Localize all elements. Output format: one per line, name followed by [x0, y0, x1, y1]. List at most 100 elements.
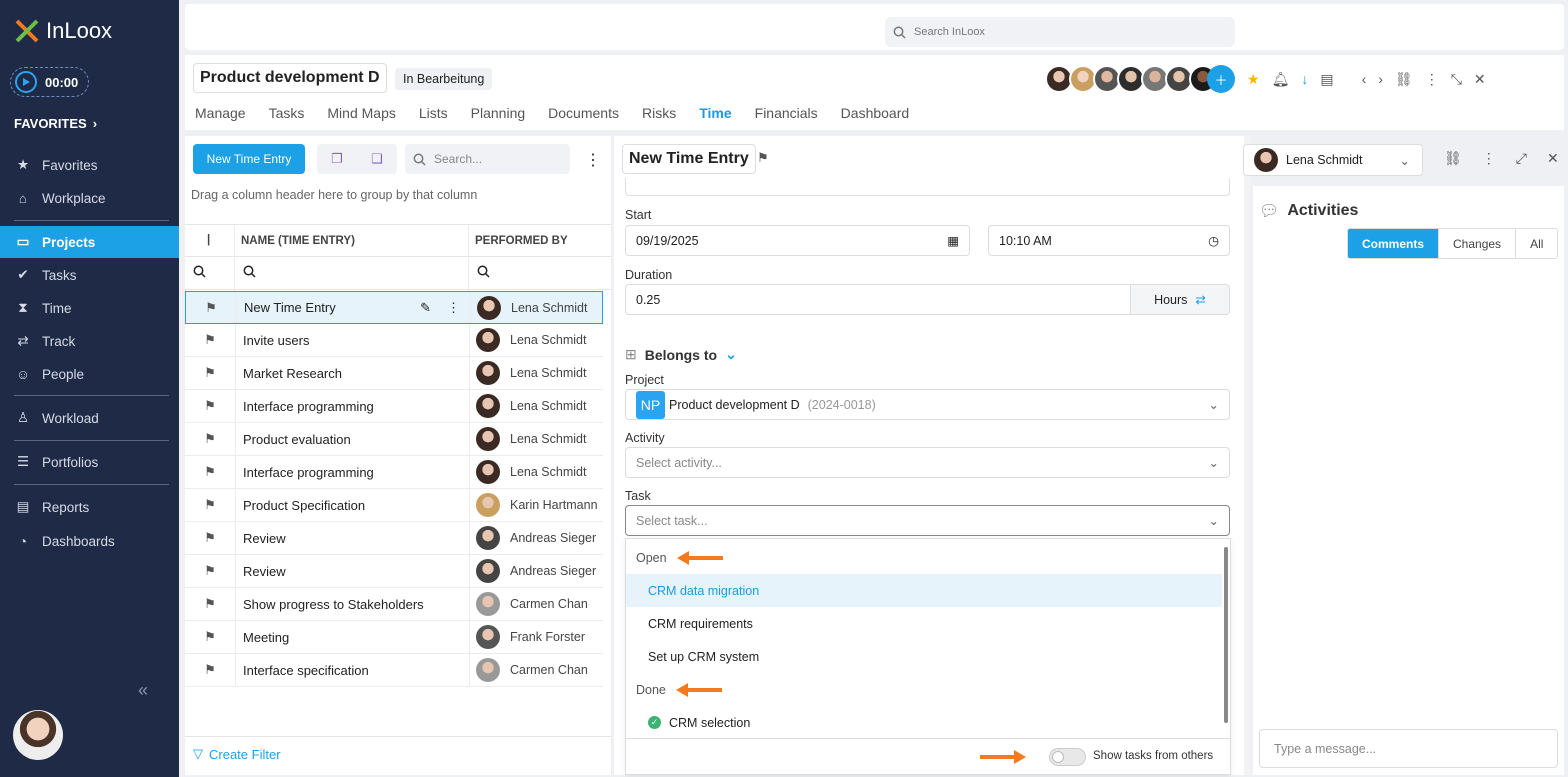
flag-column-header[interactable]: |: [207, 234, 210, 246]
sidebar-item-dashboards[interactable]: ◔ Dashboards: [0, 525, 179, 557]
belongs-to-section[interactable]: ⊞ Belongs to ⌄: [625, 346, 737, 363]
table-row[interactable]: ⚑ Product Specification Karin Hartmann: [185, 489, 603, 522]
entry-title[interactable]: New Time Entry: [622, 144, 756, 174]
more-icon[interactable]: ⋮: [447, 300, 460, 316]
team-avatars[interactable]: [1045, 65, 1217, 93]
sidebar-item-reports[interactable]: ▤ Reports: [0, 491, 179, 523]
chevron-right-icon[interactable]: ›: [1378, 71, 1383, 87]
flag-icon[interactable]: ⚑: [185, 629, 235, 645]
duplicate-icon[interactable]: ❏: [371, 151, 383, 167]
status-badge[interactable]: In Bearbeitung: [395, 68, 493, 90]
search-icon[interactable]: [477, 265, 490, 281]
tab-comments[interactable]: Comments: [1348, 229, 1439, 258]
flag-icon[interactable]: ⚑: [185, 497, 235, 513]
show-others-toggle[interactable]: [1049, 748, 1086, 766]
table-row[interactable]: ⚑ Interface specification Carmen Chan: [185, 654, 603, 687]
expand-icon[interactable]: ⤢: [1516, 150, 1527, 167]
pencil-icon[interactable]: ✎: [420, 300, 431, 316]
sidebar-item-projects[interactable]: ▭ Projects: [0, 226, 179, 258]
chevron-left-icon[interactable]: ‹: [1362, 71, 1367, 87]
sidebar-item-tasks[interactable]: ✔ Tasks: [0, 259, 179, 291]
close-icon[interactable]: ✕: [1547, 150, 1559, 167]
task-option[interactable]: CRM requirements: [626, 607, 1222, 640]
search-icon[interactable]: [243, 265, 256, 281]
flag-icon[interactable]: ⚑: [185, 365, 235, 381]
flag-icon[interactable]: ⚑: [185, 464, 235, 480]
sidebar-item-time[interactable]: ⧗ Time: [0, 292, 179, 324]
more-icon[interactable]: ⋮: [585, 150, 601, 170]
previous-field[interactable]: [625, 178, 1230, 196]
task-option[interactable]: Set up CRM system: [626, 640, 1222, 673]
sidebar-item-portfolios[interactable]: ☰ Portfolios: [0, 446, 179, 478]
sidebar-item-workplace[interactable]: ⌂ Workplace: [0, 182, 179, 214]
link-icon[interactable]: ⛓: [1395, 71, 1413, 88]
table-row[interactable]: ⚑ Invite users Lena Schmidt: [185, 324, 603, 357]
activity-select[interactable]: Select activity... ⌄: [625, 447, 1230, 478]
message-input[interactable]: Type a message...: [1259, 729, 1558, 768]
flag-icon[interactable]: ⚑: [186, 300, 236, 316]
user-select[interactable]: Lena Schmidt ⌄: [1243, 144, 1423, 176]
sidebar-item-favorites[interactable]: ★ Favorites: [0, 149, 179, 181]
tab-planning[interactable]: Planning: [471, 105, 526, 121]
new-time-entry-button[interactable]: New Time Entry: [193, 144, 305, 174]
dropdown-scrollbar[interactable]: [1224, 547, 1228, 723]
document-icon[interactable]: ▤: [1320, 71, 1333, 88]
task-option-done[interactable]: ✓ CRM selection: [626, 706, 1222, 739]
project-title[interactable]: Product development D: [193, 63, 387, 93]
flag-icon[interactable]: ⚑: [185, 398, 235, 414]
more-icon[interactable]: ⋮: [1482, 150, 1496, 167]
unit-toggle-button[interactable]: Hours ⇄: [1130, 284, 1230, 315]
table-row[interactable]: ⚑ Show progress to Stakeholders Carmen Cha…: [185, 588, 603, 621]
collapse-icon[interactable]: ⤡: [1451, 71, 1462, 88]
user-avatar[interactable]: [13, 710, 63, 760]
star-icon[interactable]: ★: [1247, 71, 1260, 88]
tab-documents[interactable]: Documents: [548, 105, 619, 121]
flag-icon[interactable]: ⚑: [185, 530, 235, 546]
close-icon[interactable]: ✕: [1474, 71, 1486, 88]
calendar-icon[interactable]: ▦: [947, 233, 959, 248]
start-time-field[interactable]: 10:10 AM ◷: [988, 225, 1230, 256]
sidebar-item-workload[interactable]: ♙ Workload: [0, 402, 179, 434]
sidebar-item-people[interactable]: ☺ People: [0, 358, 179, 390]
table-row[interactable]: ⚑ Meeting Frank Forster: [185, 621, 603, 654]
start-date-field[interactable]: 09/19/2025 ▦: [625, 225, 970, 256]
entries-search-input[interactable]: Search...: [405, 144, 570, 174]
flag-icon[interactable]: ⚑: [185, 662, 235, 678]
flag-icon[interactable]: ⚑: [185, 332, 235, 348]
create-filter-button[interactable]: ▽ Create Filter: [193, 746, 281, 762]
flag-icon[interactable]: ⚑: [185, 563, 235, 579]
table-row[interactable]: ⚑ Interface programming Lena Schmidt: [185, 390, 603, 423]
add-member-button[interactable]: ＋: [1207, 65, 1235, 93]
collapse-sidebar-icon[interactable]: «: [138, 680, 148, 701]
table-row[interactable]: ⚑ New Time Entry ✎ ⋮ Lena Schmidt: [185, 291, 603, 324]
copy-icon[interactable]: ❐: [331, 151, 343, 167]
scrollbar[interactable]: [1244, 136, 1250, 775]
global-search-input[interactable]: Search InLoox: [885, 17, 1235, 47]
name-column-header[interactable]: NAME (TIME ENTRY): [241, 235, 355, 247]
tab-tasks[interactable]: Tasks: [269, 105, 305, 121]
flag-icon[interactable]: ⚑: [185, 596, 235, 612]
clock-icon[interactable]: ◷: [1208, 233, 1219, 248]
table-row[interactable]: ⚑ Review Andreas Sieger: [185, 555, 603, 588]
tab-financials[interactable]: Financials: [755, 105, 818, 121]
table-row[interactable]: ⚑ Product evaluation Lena Schmidt: [185, 423, 603, 456]
tab-dashboard[interactable]: Dashboard: [841, 105, 910, 121]
task-select[interactable]: Select task... ⌄: [625, 505, 1230, 536]
table-row[interactable]: ⚑ Market Research Lena Schmidt: [185, 357, 603, 390]
tab-mind-maps[interactable]: Mind Maps: [327, 105, 395, 121]
project-select[interactable]: NP Product development D (2024-0018) ⌄: [625, 389, 1230, 420]
bell-icon[interactable]: 🔔︎: [1272, 71, 1290, 88]
flag-icon[interactable]: ⚑: [757, 150, 769, 166]
search-icon[interactable]: [193, 265, 206, 281]
duration-input[interactable]: 0.25: [625, 284, 1131, 315]
performed-by-column-header[interactable]: PERFORMED BY: [475, 235, 568, 247]
tab-changes[interactable]: Changes: [1438, 229, 1515, 258]
tab-risks[interactable]: Risks: [642, 105, 676, 121]
table-row[interactable]: ⚑ Interface programming Lena Schmidt: [185, 456, 603, 489]
task-option[interactable]: CRM data migration: [626, 574, 1222, 607]
inloox-logo[interactable]: InLoox: [14, 18, 112, 44]
link-icon[interactable]: ⛓: [1444, 150, 1462, 167]
tab-manage[interactable]: Manage: [195, 105, 246, 121]
table-row[interactable]: ⚑ Review Andreas Sieger: [185, 522, 603, 555]
favorites-header[interactable]: FAVORITES ›: [14, 116, 97, 131]
